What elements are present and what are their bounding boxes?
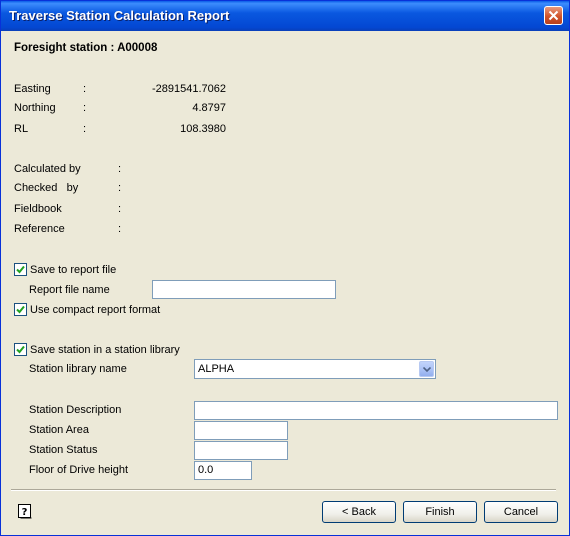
dialog-window: Traverse Station Calculation Report Fore… bbox=[0, 0, 570, 536]
close-button[interactable] bbox=[544, 6, 563, 25]
dropdown-button[interactable] bbox=[419, 361, 434, 377]
checked-by-colon: : bbox=[118, 182, 122, 194]
checkmark-icon bbox=[16, 305, 25, 314]
station-area-input[interactable] bbox=[194, 421, 288, 440]
save-station-library-checkbox[interactable] bbox=[14, 343, 27, 356]
dialog-content: Foresight station : A00008 Easting : -28… bbox=[1, 31, 569, 535]
separator bbox=[11, 489, 556, 491]
cancel-button[interactable]: Cancel bbox=[484, 501, 558, 523]
title-bar[interactable]: Traverse Station Calculation Report bbox=[1, 1, 569, 31]
northing-colon: : bbox=[83, 102, 87, 114]
easting-value: -2891541.7062 bbox=[151, 83, 226, 95]
rl-value: 108.3980 bbox=[180, 123, 226, 135]
station-library-name-label: Station library name bbox=[29, 363, 127, 375]
foresight-station-heading: Foresight station : A00008 bbox=[14, 42, 158, 54]
easting-label: Easting bbox=[14, 83, 51, 95]
checkmark-icon bbox=[16, 345, 25, 354]
finish-button[interactable]: Finish bbox=[403, 501, 477, 523]
station-library-value: ALPHA bbox=[198, 363, 235, 375]
save-report-checkbox[interactable] bbox=[14, 263, 27, 276]
save-station-library-label[interactable]: Save station in a station library bbox=[30, 344, 180, 357]
close-icon bbox=[548, 10, 559, 21]
report-file-name-input[interactable] bbox=[152, 280, 336, 299]
station-description-label: Station Description bbox=[29, 404, 122, 416]
reference-colon: : bbox=[118, 223, 122, 235]
northing-label: Northing bbox=[14, 102, 56, 114]
compact-format-label[interactable]: Use compact report format bbox=[30, 304, 160, 317]
floor-drive-height-input[interactable]: 0.0 bbox=[194, 461, 252, 480]
compact-format-checkbox[interactable] bbox=[14, 303, 27, 316]
window-title: Traverse Station Calculation Report bbox=[9, 8, 230, 23]
calculated-by-colon: : bbox=[118, 163, 122, 175]
help-icon: ? bbox=[18, 504, 32, 519]
station-area-label: Station Area bbox=[29, 424, 89, 436]
station-status-label: Station Status bbox=[29, 444, 98, 456]
reference-label: Reference bbox=[14, 223, 65, 235]
svg-text:?: ? bbox=[22, 507, 28, 518]
station-description-input[interactable] bbox=[194, 401, 558, 420]
help-button[interactable]: ? bbox=[17, 503, 33, 519]
floor-drive-height-label: Floor of Drive height bbox=[29, 464, 129, 476]
chevron-down-icon bbox=[423, 367, 431, 372]
station-library-select[interactable]: ALPHA bbox=[194, 359, 436, 379]
rl-label: RL bbox=[14, 123, 29, 135]
save-report-label[interactable]: Save to report file bbox=[30, 264, 116, 277]
station-status-input[interactable] bbox=[194, 441, 288, 460]
report-file-name-label: Report file name bbox=[29, 284, 110, 296]
rl-colon: : bbox=[83, 123, 87, 135]
easting-colon: : bbox=[83, 83, 87, 95]
fieldbook-colon: : bbox=[118, 203, 122, 215]
calculated-by-label: Calculated by bbox=[14, 163, 81, 175]
fieldbook-label: Fieldbook bbox=[14, 203, 62, 215]
checkmark-icon bbox=[16, 265, 25, 274]
northing-value: 4.8797 bbox=[192, 102, 226, 114]
checked-by-label: Checked by bbox=[14, 182, 79, 194]
back-button[interactable]: < Back bbox=[322, 501, 396, 523]
